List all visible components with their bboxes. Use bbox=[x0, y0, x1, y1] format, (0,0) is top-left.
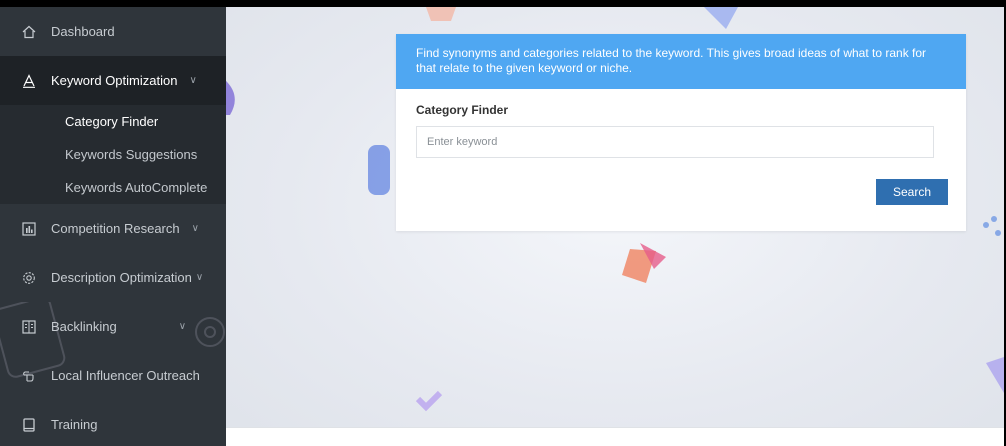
home-icon bbox=[22, 25, 36, 39]
book-icon bbox=[22, 417, 36, 432]
footer-bar bbox=[226, 427, 1004, 446]
sidebar-item-label: Backlinking bbox=[51, 319, 117, 334]
sidebar-item-label: Dashboard bbox=[51, 24, 115, 39]
pointing-hand-icon bbox=[22, 369, 36, 383]
sidebar-item-training[interactable]: Training bbox=[0, 400, 226, 446]
sidebar-item-label: Competition Research bbox=[51, 221, 180, 236]
submenu-item-category-finder[interactable]: Category Finder bbox=[0, 105, 226, 138]
search-button[interactable]: Search bbox=[876, 179, 948, 205]
gear-icon bbox=[22, 271, 36, 285]
submenu-item-keywords-autocomplete[interactable]: Keywords AutoComplete bbox=[0, 171, 226, 204]
sidebar-item-backlinking[interactable]: Backlinking ∨ bbox=[0, 302, 226, 351]
sidebar-item-label: Description Optimization bbox=[51, 270, 192, 285]
category-finder-card: Find synonyms and categories related to … bbox=[396, 34, 966, 231]
letter-a-icon bbox=[22, 73, 36, 88]
main-content: Find synonyms and categories related to … bbox=[226, 7, 1004, 446]
keyword-input[interactable] bbox=[416, 126, 934, 158]
sidebar-item-label: Keyword Optimization bbox=[51, 73, 178, 88]
columns-icon bbox=[22, 319, 36, 334]
sidebar: Dashboard Keyword Optimization ∨ Categor… bbox=[0, 7, 226, 446]
submenu-item-keywords-suggestions[interactable]: Keywords Suggestions bbox=[0, 138, 226, 171]
submenu-item-label: Category Finder bbox=[65, 114, 159, 129]
chevron-down-icon: ∨ bbox=[189, 75, 197, 86]
sidebar-item-dashboard[interactable]: Dashboard bbox=[0, 7, 226, 56]
sidebar-item-label: Training bbox=[51, 417, 98, 432]
submenu-item-label: Keywords Suggestions bbox=[65, 147, 198, 162]
field-label: Category Finder bbox=[416, 103, 509, 117]
bar-chart-icon bbox=[22, 221, 36, 236]
sidebar-item-keyword-optimization[interactable]: Keyword Optimization ∨ bbox=[0, 56, 226, 105]
chevron-down-icon: ∨ bbox=[191, 223, 199, 234]
sidebar-item-description-optimization[interactable]: Description Optimization ∨ bbox=[0, 253, 226, 302]
sidebar-item-local-influencer-outreach[interactable]: Local Influencer Outreach bbox=[0, 351, 226, 400]
chevron-down-icon: ∨ bbox=[195, 272, 204, 283]
submenu-item-label: Keywords AutoComplete bbox=[65, 180, 208, 195]
keyword-optimization-submenu: Category Finder Keywords Suggestions Key… bbox=[0, 105, 226, 204]
sidebar-item-label: Local Influencer Outreach bbox=[51, 368, 200, 383]
card-description: Find synonyms and categories related to … bbox=[396, 34, 966, 89]
sidebar-item-competition-research[interactable]: Competition Research ∨ bbox=[0, 204, 226, 253]
app-frame: Dashboard Keyword Optimization ∨ Categor… bbox=[0, 7, 1004, 446]
chevron-down-icon: ∨ bbox=[178, 321, 187, 332]
